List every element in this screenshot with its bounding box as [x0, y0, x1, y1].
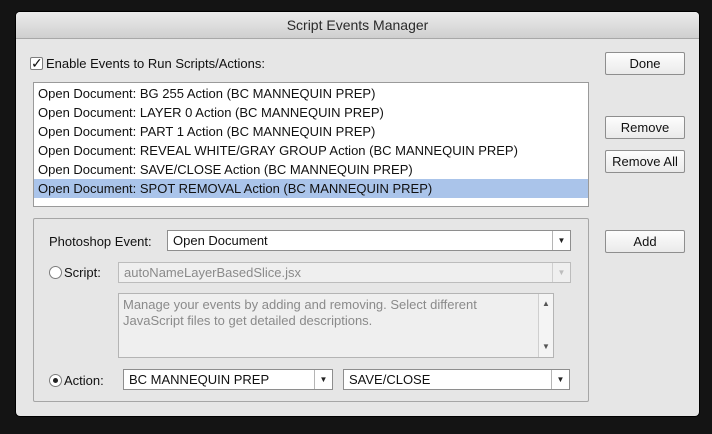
list-item[interactable]: Open Document: PART 1 Action (BC MANNEQU… — [34, 122, 588, 141]
enable-events-checkbox[interactable]: ✓ — [30, 54, 43, 71]
done-button[interactable]: Done — [605, 52, 685, 75]
script-value: autoNameLayerBasedSlice.jsx — [124, 265, 302, 280]
remove-all-button[interactable]: Remove All — [605, 150, 685, 173]
chevron-down-icon: ▼ — [552, 263, 570, 282]
checkmark-icon: ✓ — [31, 54, 43, 71]
script-label: Script: — [64, 265, 101, 280]
action-radio-row[interactable]: Action: — [49, 373, 104, 388]
list-item[interactable]: Open Document: SAVE/CLOSE Action (BC MAN… — [34, 160, 588, 179]
photoshop-event-value: Open Document — [173, 233, 268, 248]
photoshop-event-dropdown[interactable]: Open Document ▼ — [167, 230, 571, 251]
events-list[interactable]: Open Document: BG 255 Action (BC MANNEQU… — [33, 82, 589, 207]
script-radio-row[interactable]: Script: — [49, 265, 101, 280]
list-item[interactable]: Open Document: LAYER 0 Action (BC MANNEQ… — [34, 103, 588, 122]
scroll-up-icon[interactable]: ▲ — [539, 296, 553, 312]
list-item[interactable]: Open Document: REVEAL WHITE/GRAY GROUP A… — [34, 141, 588, 160]
script-description: Manage your events by adding and removin… — [123, 297, 477, 328]
action-name-dropdown[interactable]: SAVE/CLOSE ▼ — [343, 369, 570, 390]
chevron-down-icon: ▼ — [551, 370, 569, 389]
enable-events-checkbox-row[interactable]: ✓ Enable Events to Run Scripts/Actions: — [30, 54, 265, 72]
description-scrollbar[interactable]: ▲ ▼ — [538, 294, 553, 357]
dialog-title: Script Events Manager — [16, 12, 699, 39]
chevron-down-icon: ▼ — [552, 231, 570, 250]
enable-events-label: Enable Events to Run Scripts/Actions: — [46, 55, 265, 71]
action-set-dropdown[interactable]: BC MANNEQUIN PREP ▼ — [123, 369, 333, 390]
chevron-down-icon: ▼ — [314, 370, 332, 389]
script-events-manager-dialog: Script Events Manager ✓ Enable Events to… — [16, 12, 699, 416]
script-dropdown[interactable]: autoNameLayerBasedSlice.jsx ▼ — [118, 262, 571, 283]
scroll-down-icon[interactable]: ▼ — [539, 339, 553, 355]
script-radio[interactable] — [49, 266, 62, 279]
radio-selected-dot — [53, 378, 58, 383]
action-label: Action: — [64, 373, 104, 388]
add-button[interactable]: Add — [605, 230, 685, 253]
action-radio[interactable] — [49, 374, 62, 387]
action-set-value: BC MANNEQUIN PREP — [129, 372, 270, 387]
photoshop-event-label: Photoshop Event: — [49, 234, 152, 249]
remove-button[interactable]: Remove — [605, 116, 685, 139]
list-item[interactable]: Open Document: BG 255 Action (BC MANNEQU… — [34, 84, 588, 103]
list-item[interactable]: Open Document: SPOT REMOVAL Action (BC M… — [34, 179, 588, 198]
action-name-value: SAVE/CLOSE — [349, 372, 431, 387]
script-description-box: Manage your events by adding and removin… — [118, 293, 554, 358]
